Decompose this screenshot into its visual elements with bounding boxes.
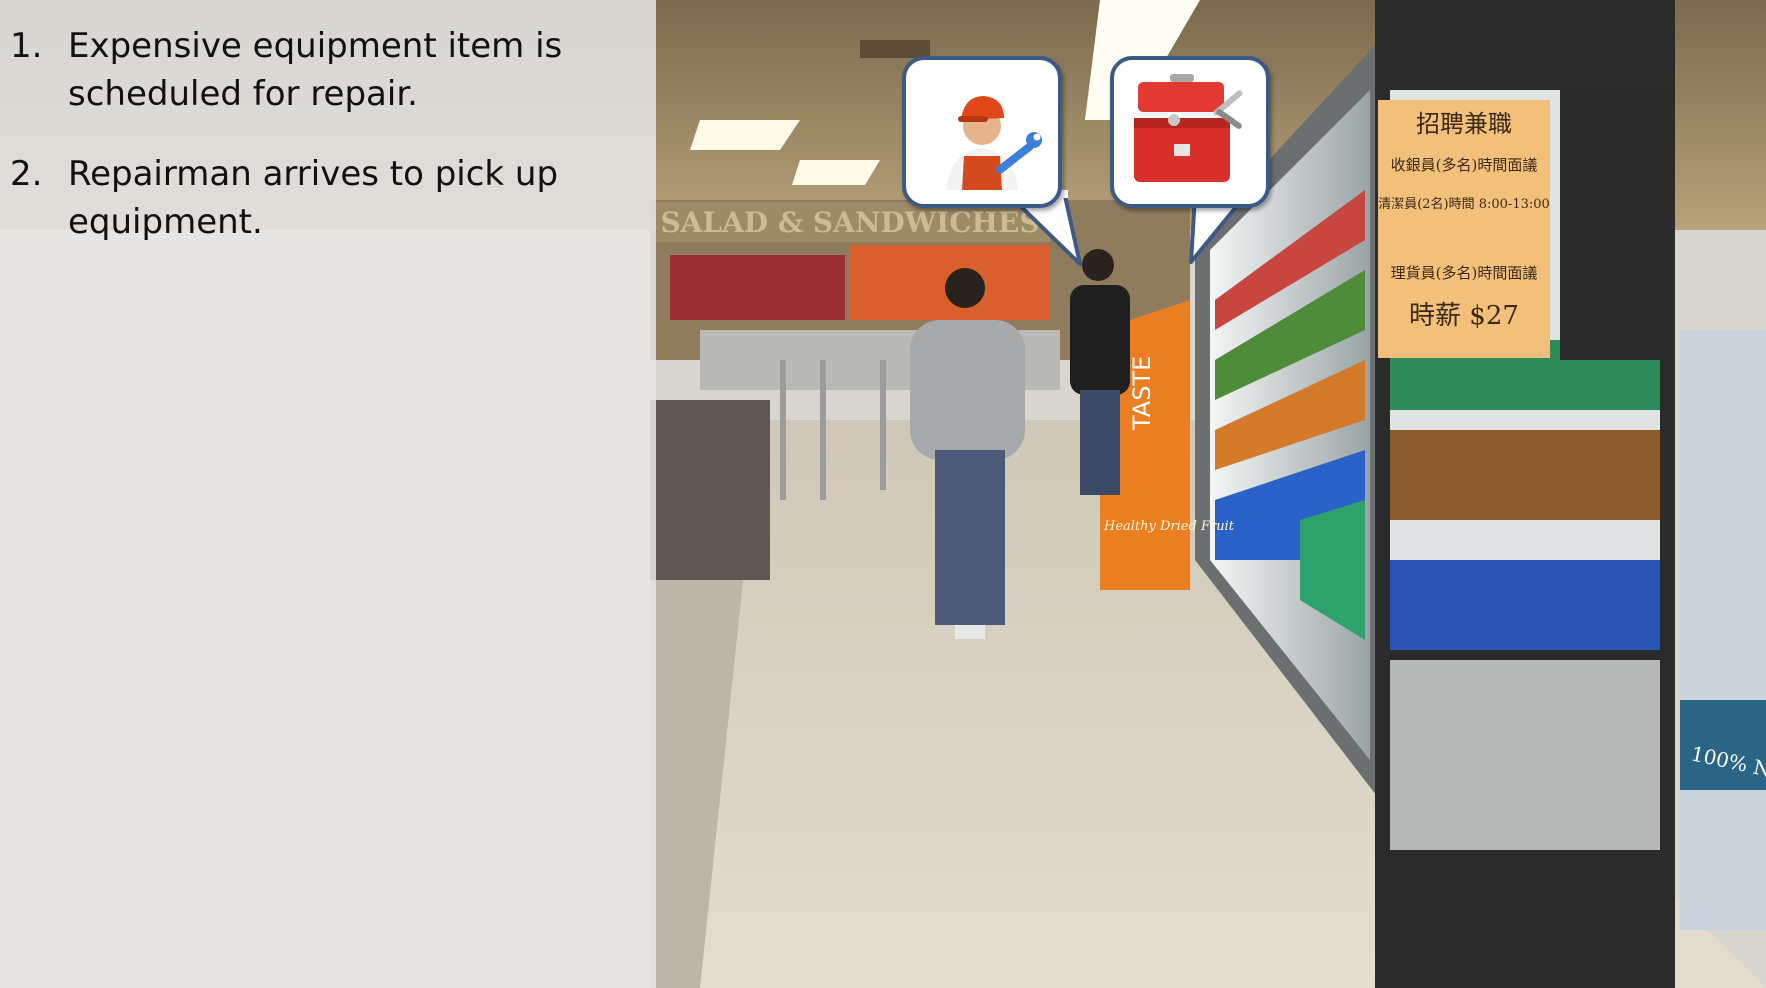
- hiring-sign-line-1: 招聘兼職: [1416, 110, 1512, 138]
- hiring-sign-line-5: 時薪 $27: [1409, 301, 1519, 331]
- step-number: 1.: [10, 26, 43, 66]
- hiring-sign-line-3: 清潔員(2名)時間 8:00-13:00: [1378, 196, 1550, 212]
- step-item: 1. Expensive equipment item is scheduled…: [10, 22, 630, 118]
- step-list: 1. Expensive equipment item is scheduled…: [10, 22, 630, 278]
- step-text: Repairman arrives to pick up equipment.: [68, 154, 559, 242]
- toolbox-icon: [1134, 74, 1243, 182]
- taste-display-text: TASTE: [1128, 356, 1156, 431]
- hiring-sign-line-2: 收銀員(多名)時間面議: [1391, 156, 1538, 174]
- step-number: 2.: [10, 154, 43, 194]
- repairman-bubble: [902, 56, 1062, 208]
- toolbox-bubble: [1110, 56, 1270, 208]
- repairman-icon: [946, 96, 1042, 190]
- taste-display-caption: Healthy Dried Fruit: [1103, 519, 1235, 534]
- step-text: Expensive equipment item is scheduled fo…: [68, 26, 563, 114]
- step-item: 2. Repairman arrives to pick up equipmen…: [10, 150, 630, 246]
- hiring-sign-line-4: 理貨員(多名)時間面議: [1391, 264, 1538, 282]
